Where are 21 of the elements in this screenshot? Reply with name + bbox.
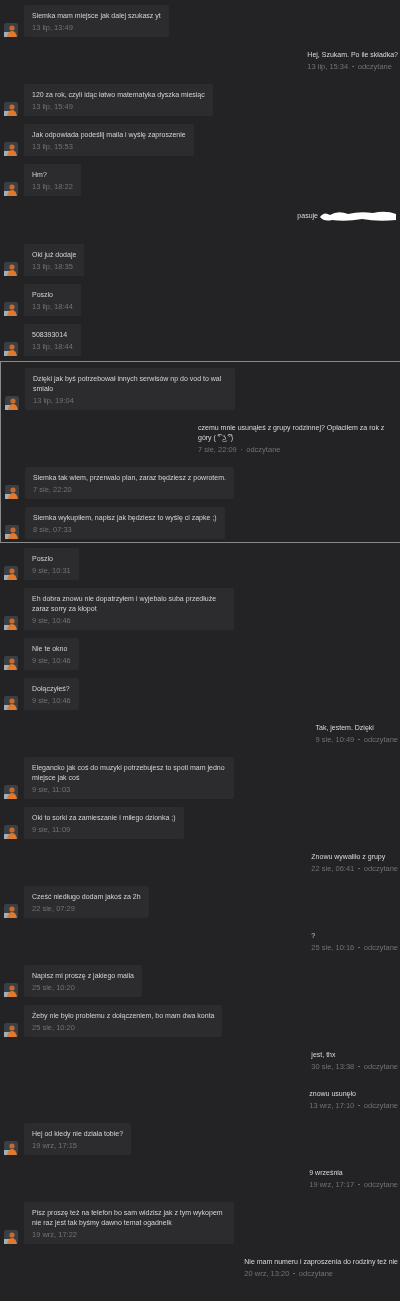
avatar [4, 262, 18, 276]
avatar [4, 1230, 18, 1244]
avatar [5, 396, 19, 410]
avatar [4, 785, 18, 799]
avatar [4, 102, 18, 116]
avatar [4, 142, 18, 156]
avatar [4, 182, 18, 196]
avatar [4, 616, 18, 630]
avatar [4, 23, 18, 37]
avatar [4, 1141, 18, 1155]
avatar [4, 656, 18, 670]
avatar [4, 825, 18, 839]
avatar [5, 485, 19, 499]
avatar [4, 983, 18, 997]
avatar [4, 904, 18, 918]
avatar [4, 1023, 18, 1037]
avatar [4, 342, 18, 356]
avatar [4, 302, 18, 316]
avatar [5, 525, 19, 539]
avatar [4, 696, 18, 710]
avatar [4, 566, 18, 580]
